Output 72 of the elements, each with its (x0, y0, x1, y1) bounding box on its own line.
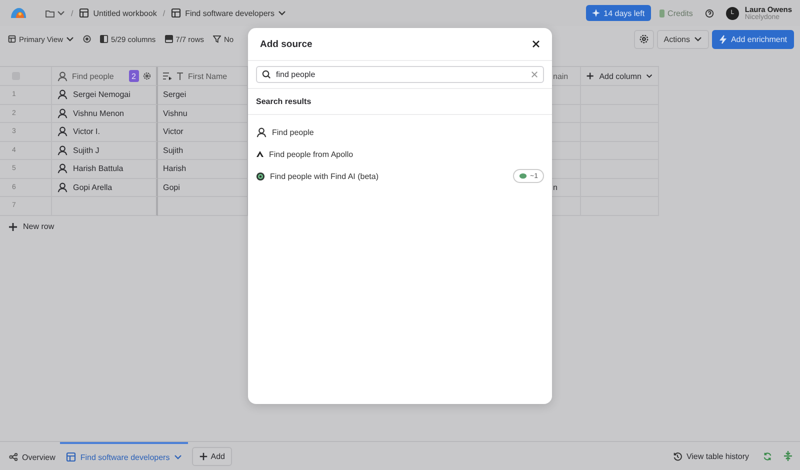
lightning-icon (718, 34, 727, 44)
person-name: Vishnu Menon (73, 108, 124, 118)
workbook-icon (79, 8, 90, 18)
person-name: Sergei Nemogai (73, 90, 130, 100)
rows-icon (164, 35, 173, 43)
help-icon[interactable] (704, 8, 714, 18)
chevron-down-icon (278, 9, 286, 17)
chevron-down-icon (174, 453, 182, 461)
person-name: Victor I. (73, 127, 100, 136)
table-icon (171, 8, 182, 18)
person-name: Sujith J (73, 146, 100, 155)
target-icon (256, 172, 265, 180)
coins-icon (658, 8, 665, 18)
search-icon (262, 70, 271, 79)
chevron-down-icon (694, 35, 702, 43)
search-result[interactable]: Find people from Apollo (248, 143, 552, 165)
list-icon (163, 72, 172, 80)
table-icon (66, 452, 76, 462)
sheet-tab[interactable]: Find software developers (60, 442, 188, 470)
person-icon (57, 108, 68, 119)
chevron-down-icon (57, 9, 65, 17)
person-icon (256, 126, 267, 138)
person-icon (57, 182, 68, 193)
plus-icon (198, 452, 208, 460)
plus-icon (586, 71, 594, 81)
new-row-button[interactable]: New row (23, 222, 54, 231)
person-icon (57, 144, 68, 156)
person-icon (57, 126, 68, 138)
sheet-tab[interactable]: Overview (4, 442, 60, 470)
add-enrichment-button[interactable]: Add enrichment (712, 30, 794, 48)
column-header[interactable]: Find people (72, 72, 114, 80)
person-name: Harish Battula (73, 164, 124, 174)
trial-button[interactable]: 14 days left (586, 5, 651, 21)
plus-icon (8, 222, 18, 232)
settings-icon (638, 34, 649, 44)
section-heading: Search results (256, 97, 312, 106)
info-icon[interactable] (83, 35, 92, 43)
history-icon (673, 452, 682, 460)
columns-icon (100, 35, 108, 43)
view-icon (8, 35, 16, 43)
workbook-name[interactable]: Untitled workbook (93, 8, 157, 18)
count-badge: 2 (128, 70, 139, 82)
coin-icon (519, 173, 528, 179)
collapse-icon[interactable] (784, 451, 792, 461)
person-icon (57, 89, 68, 100)
text-type-icon (176, 72, 184, 80)
person-name: Gopi Arella (73, 182, 112, 192)
filter-icon (213, 35, 222, 43)
triangle-logo-icon (256, 150, 264, 158)
table-name[interactable]: Find software developers (185, 8, 274, 18)
person-icon (57, 70, 68, 82)
add-button[interactable]: Add (192, 446, 232, 466)
search-result[interactable]: Find people (248, 121, 552, 143)
refresh-icon[interactable] (763, 452, 772, 460)
share-icon (9, 453, 18, 461)
search-field[interactable]: find people (256, 66, 544, 83)
column-header[interactable]: First Name (188, 72, 228, 80)
folder-icon[interactable] (45, 8, 55, 18)
clear-icon[interactable] (531, 71, 538, 78)
breadcrumb-separator: / (71, 8, 74, 18)
add-column-button[interactable]: Add column (599, 72, 642, 80)
settings-icon[interactable] (143, 72, 151, 80)
close-icon[interactable] (532, 40, 540, 48)
chevron-down-icon (646, 72, 653, 80)
sparkle-icon (592, 9, 600, 17)
dialog-title: Add source (260, 38, 314, 50)
chevron-down-icon (66, 35, 74, 43)
view-history-button[interactable]: View table history (686, 452, 749, 460)
breadcrumb-separator: / (162, 8, 166, 18)
actions-button[interactable]: Actions (656, 30, 709, 48)
settings-button[interactable] (634, 30, 654, 48)
person-icon (57, 163, 68, 174)
